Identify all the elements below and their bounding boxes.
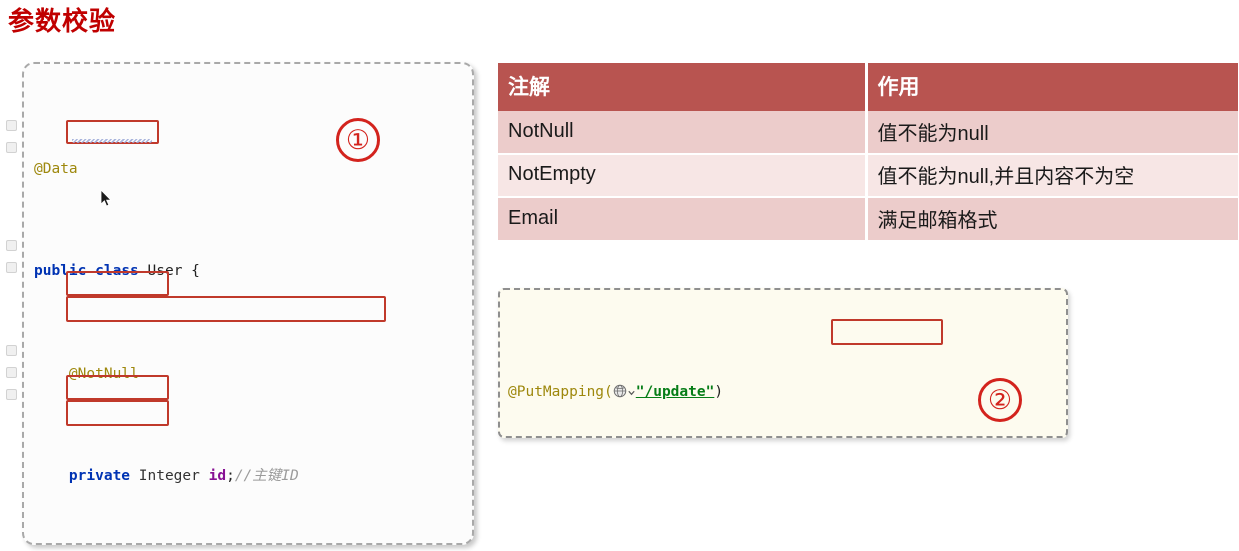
cell-effect: 值不能为null (866, 111, 1238, 154)
table-header-row: 注解 作用 (498, 63, 1238, 111)
globe-icon[interactable] (613, 384, 627, 398)
code-content-controller: @PutMapping("/update") public Result upd… (500, 290, 1066, 438)
chevron-down-icon[interactable] (627, 388, 636, 397)
column-header-effect: 作用 (866, 63, 1238, 111)
marker-circle-one: ① (336, 118, 380, 162)
annotation-putmapping: @PutMapping( (508, 384, 613, 400)
cell-annotation: NotNull (498, 111, 866, 154)
annotation-data: @Data (34, 161, 78, 177)
table-row: NotEmpty 值不能为null,并且内容不为空 (498, 154, 1238, 197)
column-header-annotation: 注解 (498, 63, 866, 111)
table-row: NotNull 值不能为null (498, 111, 1238, 154)
paren-close: ) (714, 384, 723, 400)
table-body: NotNull 值不能为null NotEmpty 值不能为null,并且内容不… (498, 111, 1238, 240)
editor-gutter-marks (0, 120, 18, 540)
request-mapping-url: "/update" (636, 384, 715, 400)
code-content-user: @Data public class User { @NotNull priva… (24, 74, 472, 545)
field-type: Integer (139, 468, 200, 484)
field-name-id: id (209, 468, 226, 484)
error-underline-notnull (72, 139, 152, 143)
cell-annotation: Email (498, 197, 866, 240)
code-line: private Integer id;//主键ID (34, 464, 472, 490)
marker-one-label: ① (346, 127, 370, 154)
cell-effect: 值不能为null,并且内容不为空 (866, 154, 1238, 197)
code-block-user-entity[interactable]: @Data public class User { @NotNull priva… (22, 62, 474, 545)
cell-annotation: NotEmpty (498, 154, 866, 197)
mouse-cursor-icon (101, 190, 113, 208)
code-line: public class User { (34, 259, 472, 285)
marker-two-label: ② (988, 387, 1012, 414)
keyword-private: private (69, 468, 130, 484)
annotation-reference-table: 注解 作用 NotNull 值不能为null NotEmpty 值不能为null… (498, 63, 1238, 240)
page-title: 参数校验 (8, 2, 116, 40)
class-name: User (148, 263, 183, 279)
comment: //主键ID (235, 468, 299, 484)
semicolon: ; (226, 468, 235, 484)
brace-open: { (191, 263, 200, 279)
table-row: Email 满足邮箱格式 (498, 197, 1238, 240)
keyword-public: public (34, 263, 86, 279)
code-line: @Data (34, 157, 472, 183)
keyword-class: class (95, 263, 139, 279)
marker-circle-two: ② (978, 378, 1022, 422)
table-header: 注解 作用 (498, 63, 1238, 111)
code-line: @NotNull (34, 362, 472, 388)
cell-effect: 满足邮箱格式 (866, 197, 1238, 240)
code-block-controller-method[interactable]: @PutMapping("/update") public Result upd… (498, 288, 1068, 438)
annotation-notnull: @NotNull (69, 366, 139, 382)
